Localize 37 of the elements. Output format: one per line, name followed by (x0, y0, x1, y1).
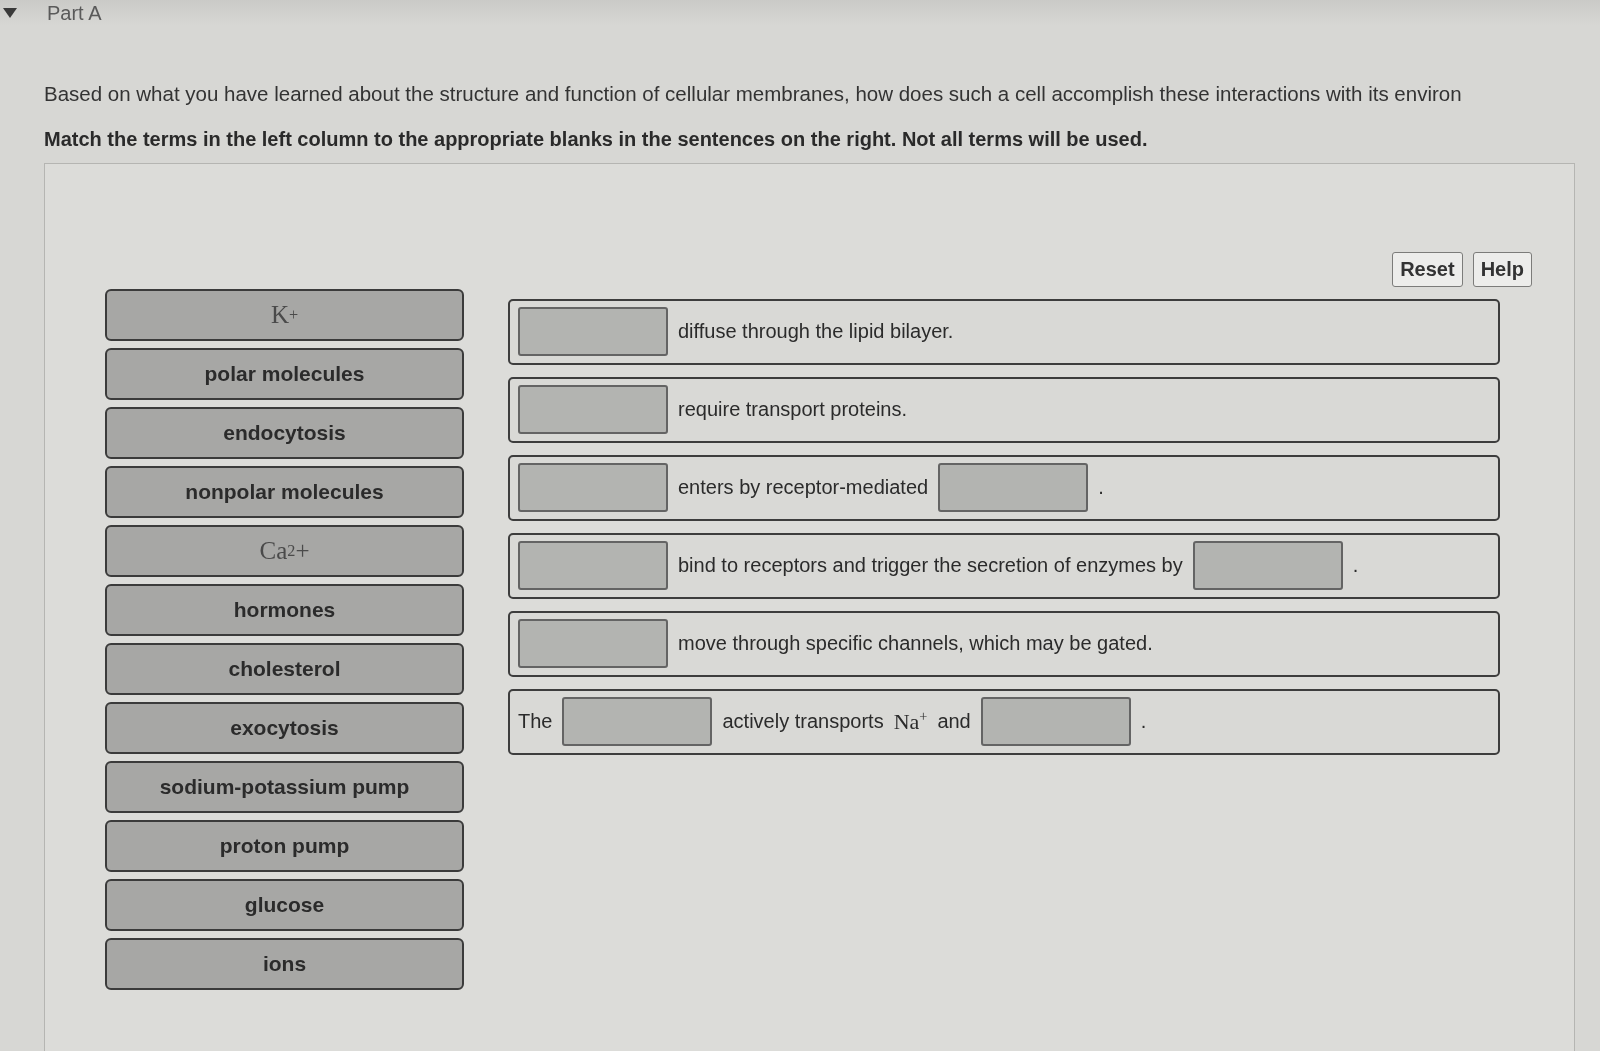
sentence-text: actively transports (722, 710, 884, 734)
term-tile[interactable]: exocytosis (105, 701, 464, 754)
term-tile[interactable]: hormones (105, 583, 464, 636)
sentence-text: diffuse through the lipid bilayer. (678, 320, 954, 344)
caret-icon[interactable] (3, 6, 17, 20)
formula-text: Na$^{+}$ (893, 708, 928, 735)
tool-button[interactable]: Help (1472, 251, 1532, 287)
answer-box[interactable] (562, 697, 713, 747)
sentence-text: . (1140, 710, 1147, 734)
term-tile[interactable]: polar molecules (105, 347, 464, 400)
answer-box[interactable] (518, 307, 668, 357)
term-tile[interactable]: proton pump (105, 819, 464, 872)
sentence-text: enters by receptor-mediated (678, 476, 929, 500)
term-tile[interactable]: cholesterol (105, 642, 464, 695)
answer-box[interactable] (938, 463, 1089, 513)
sentence-text: require transport proteins. (678, 398, 907, 422)
instruction-text: Match the terms in the left column to the appropriate blanks in the sentences on the right. Not all terms will be used. (44, 126, 1149, 151)
answer-box[interactable] (1192, 541, 1343, 591)
answer-box[interactable] (980, 697, 1131, 747)
tool-button[interactable]: Reset (1392, 251, 1463, 287)
sentence-text: The (518, 710, 553, 734)
answer-box[interactable] (518, 385, 668, 435)
term-tile[interactable]: endocytosis (105, 406, 464, 459)
sentence-text: move through specific channels, which may be gated. (678, 632, 1153, 656)
question-text: Based on what you have learned about the structure and function of cellular membranes, how does such a cell accomplish these interactions with its environ (44, 82, 1463, 107)
sentence-text: bind to receptors and trigger the secretion of enzymes by (678, 554, 1183, 578)
term-tile[interactable]: glucose (105, 878, 464, 931)
part-title[interactable]: Part A (47, 1, 102, 25)
term-tile[interactable]: sodium-potassium pump (105, 760, 464, 813)
answer-box[interactable] (518, 619, 668, 669)
answer-box[interactable] (518, 541, 668, 591)
sentence-text: and (937, 710, 971, 734)
term-tile[interactable]: ions (105, 937, 464, 990)
sentence-text: . (1352, 554, 1359, 578)
sentence-text: . (1098, 476, 1104, 500)
term-tile[interactable]: nonpolar molecules (105, 465, 464, 518)
answer-box[interactable] (518, 463, 668, 513)
